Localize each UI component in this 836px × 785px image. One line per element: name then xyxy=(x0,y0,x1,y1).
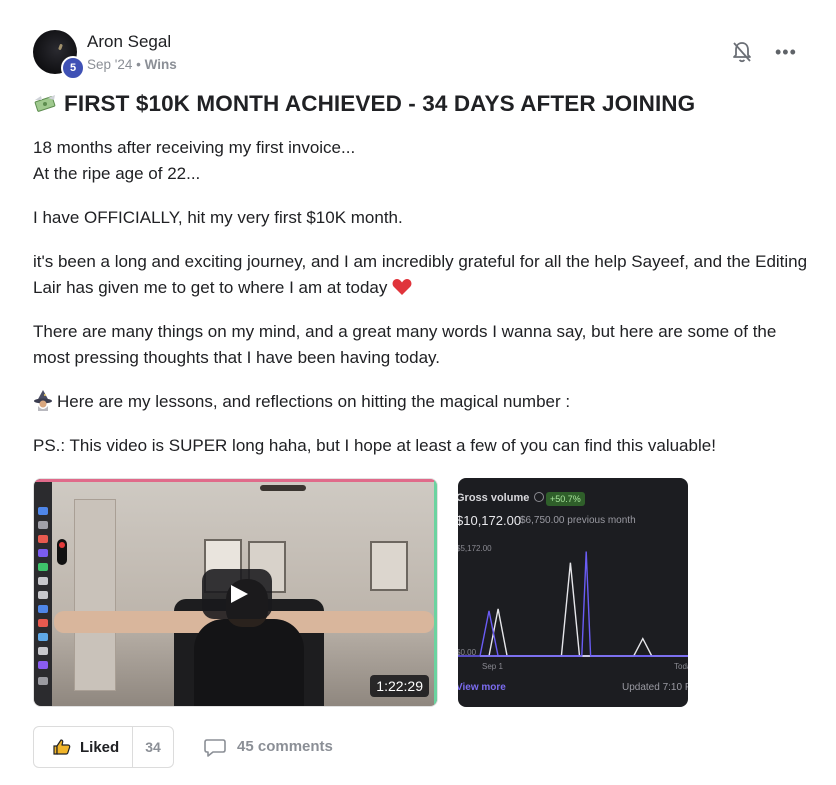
paragraph-line: At the ripe age of 22... xyxy=(33,164,201,183)
post-body: 18 months after receiving my first invoi… xyxy=(33,135,808,477)
post-category[interactable]: Wins xyxy=(145,57,177,72)
video-duration: 1:22:29 xyxy=(370,675,429,697)
chart-updated: Updated 7:10 PM xyxy=(622,682,688,693)
paragraph: PS.: This video is SUPER long haha, but … xyxy=(33,436,716,455)
money-with-wings-icon xyxy=(34,95,56,112)
chart-series-line xyxy=(480,637,688,657)
like-button[interactable]: Liked xyxy=(34,727,133,767)
post-date: Sep '24 xyxy=(87,57,133,72)
bell-off-icon[interactable] xyxy=(731,40,753,64)
wizard-icon xyxy=(34,390,52,411)
meta-separator: • xyxy=(136,57,141,72)
paragraph-text: it's been a long and exciting journey, a… xyxy=(33,252,808,297)
paragraph: 18 months after receiving my first invoi… xyxy=(33,135,808,187)
paragraph: it's been a long and exciting journey, a… xyxy=(33,249,808,301)
chart-xtick-start: Sep 1 xyxy=(482,662,503,671)
chart-series-line xyxy=(480,551,688,657)
chart-plot xyxy=(458,551,688,657)
heart-icon xyxy=(392,279,412,295)
like-group: Liked 34 xyxy=(33,726,174,768)
video-thumbnail[interactable]: 1:22:29 xyxy=(33,478,438,707)
paragraph: There are many things on my mind, and a … xyxy=(33,322,777,367)
post-title-text: FIRST $10K MONTH ACHIEVED - 34 DAYS AFTE… xyxy=(64,91,696,116)
chart-xtick-end: Today xyxy=(674,662,688,671)
paragraph-text: Here are my lessons, and reflections on … xyxy=(57,392,571,411)
like-count[interactable]: 34 xyxy=(132,739,174,755)
play-icon[interactable] xyxy=(202,569,272,619)
like-label: Liked xyxy=(80,739,120,756)
post-meta: Sep '24 • Wins xyxy=(87,57,177,72)
view-more-link[interactable]: View more xyxy=(458,682,506,693)
comment-icon xyxy=(204,739,226,757)
paragraph: Here are my lessons, and reflections on … xyxy=(33,389,808,415)
more-horizontal-icon[interactable]: ••• xyxy=(775,43,797,61)
post-header: 5 Aron Segal Sep '24 • Wins ••• xyxy=(33,28,803,80)
dock xyxy=(34,479,52,706)
post-title: FIRST $10K MONTH ACHIEVED - 34 DAYS AFTE… xyxy=(33,91,695,117)
chart-thumbnail[interactable]: Gross volume +50.7% $10,172.00 $6,750.00… xyxy=(458,478,688,707)
author-name[interactable]: Aron Segal xyxy=(87,32,171,52)
comments-label: 45 comments xyxy=(237,738,333,755)
thumbs-up-icon xyxy=(53,739,71,755)
level-badge: 5 xyxy=(61,56,85,80)
paragraph: I have OFFICIALLY, hit my very first $10… xyxy=(33,208,403,227)
paragraph-line: 18 months after receiving my first invoi… xyxy=(33,138,356,157)
